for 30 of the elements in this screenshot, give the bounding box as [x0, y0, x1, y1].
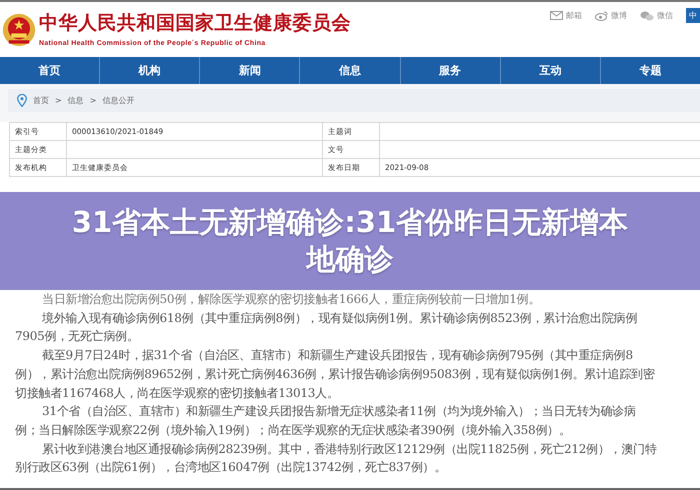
link-label: 微博	[611, 10, 627, 21]
link-label: 邮箱	[566, 10, 582, 21]
article-line: 别行政区63例（出院61例），台湾地区16047例（出院13742例，死亡837例）。	[15, 459, 446, 476]
breadcrumb-link[interactable]: 信息公开	[102, 95, 134, 106]
chat-bubbles-icon	[640, 10, 654, 20]
header-link[interactable]: 邮箱	[550, 10, 582, 21]
language-button[interactable]: 中	[686, 8, 700, 23]
site-title: 中华人民共和国国家卫生健康委员会	[39, 12, 351, 34]
breadcrumb-separator: >	[55, 96, 62, 105]
eye-logo-icon	[595, 10, 608, 20]
headline: 31省本土无新增确诊:31省份昨日无新增本地确诊	[70, 204, 630, 278]
article-line: 累计收到港澳台地区通报确诊病例28239例。其中，香港特别行政区12129例（出院11825例，死亡212例），澳门特	[41, 440, 657, 458]
article-line: 例；当日解除医学观察22例（境外输入19例）；尚在医学观察的无症状感染者390例（境外输入358例）。	[15, 422, 571, 439]
article-line: 例），累计治愈出院病例89652例，累计死亡病例4636例，累计报告确诊病例95083例，现有疑似病例1例。累计追踪到密	[15, 366, 655, 383]
article-line: 当日新增治愈出院病例50例，解除医学观察的密切接触者1666人，重症病例较前一日增加1例。	[41, 291, 540, 308]
breadcrumb-link[interactable]: 首页	[33, 95, 49, 106]
breadcrumb-separator: >	[90, 96, 96, 105]
location-pin-icon	[17, 94, 27, 107]
article-line: 7905例，无死亡病例。	[15, 328, 139, 346]
breadcrumb-link[interactable]: 信息	[68, 95, 84, 106]
article-line: 31个省（自治区、直辖市）和新疆生产建设兵团报告新增无症状感染者11例（均为境外输入）；当日无转为确诊病	[41, 403, 636, 420]
nav-tab[interactable]: 专题	[600, 57, 700, 84]
link-label: 微信	[657, 10, 673, 21]
article-line: 截至9月7日24时，据31个省（自治区、直辖市）和新疆生产建设兵团报告，现有确诊病例795例（其中重症病例8	[41, 347, 633, 364]
article-line: 境外输入现有确诊病例618例（其中重症病例8例），现有疑似病例1例。累计确诊病例8523例，累计治愈出院病例	[41, 310, 638, 327]
envelope-icon	[550, 11, 563, 20]
header-link[interactable]: 微信	[640, 10, 673, 21]
national-emblem-icon	[2, 12, 36, 46]
header-link[interactable]: 微博	[595, 10, 627, 21]
article-line: 切接触者1167468人，尚在医学观察的密切接触者13013人。	[15, 384, 339, 402]
